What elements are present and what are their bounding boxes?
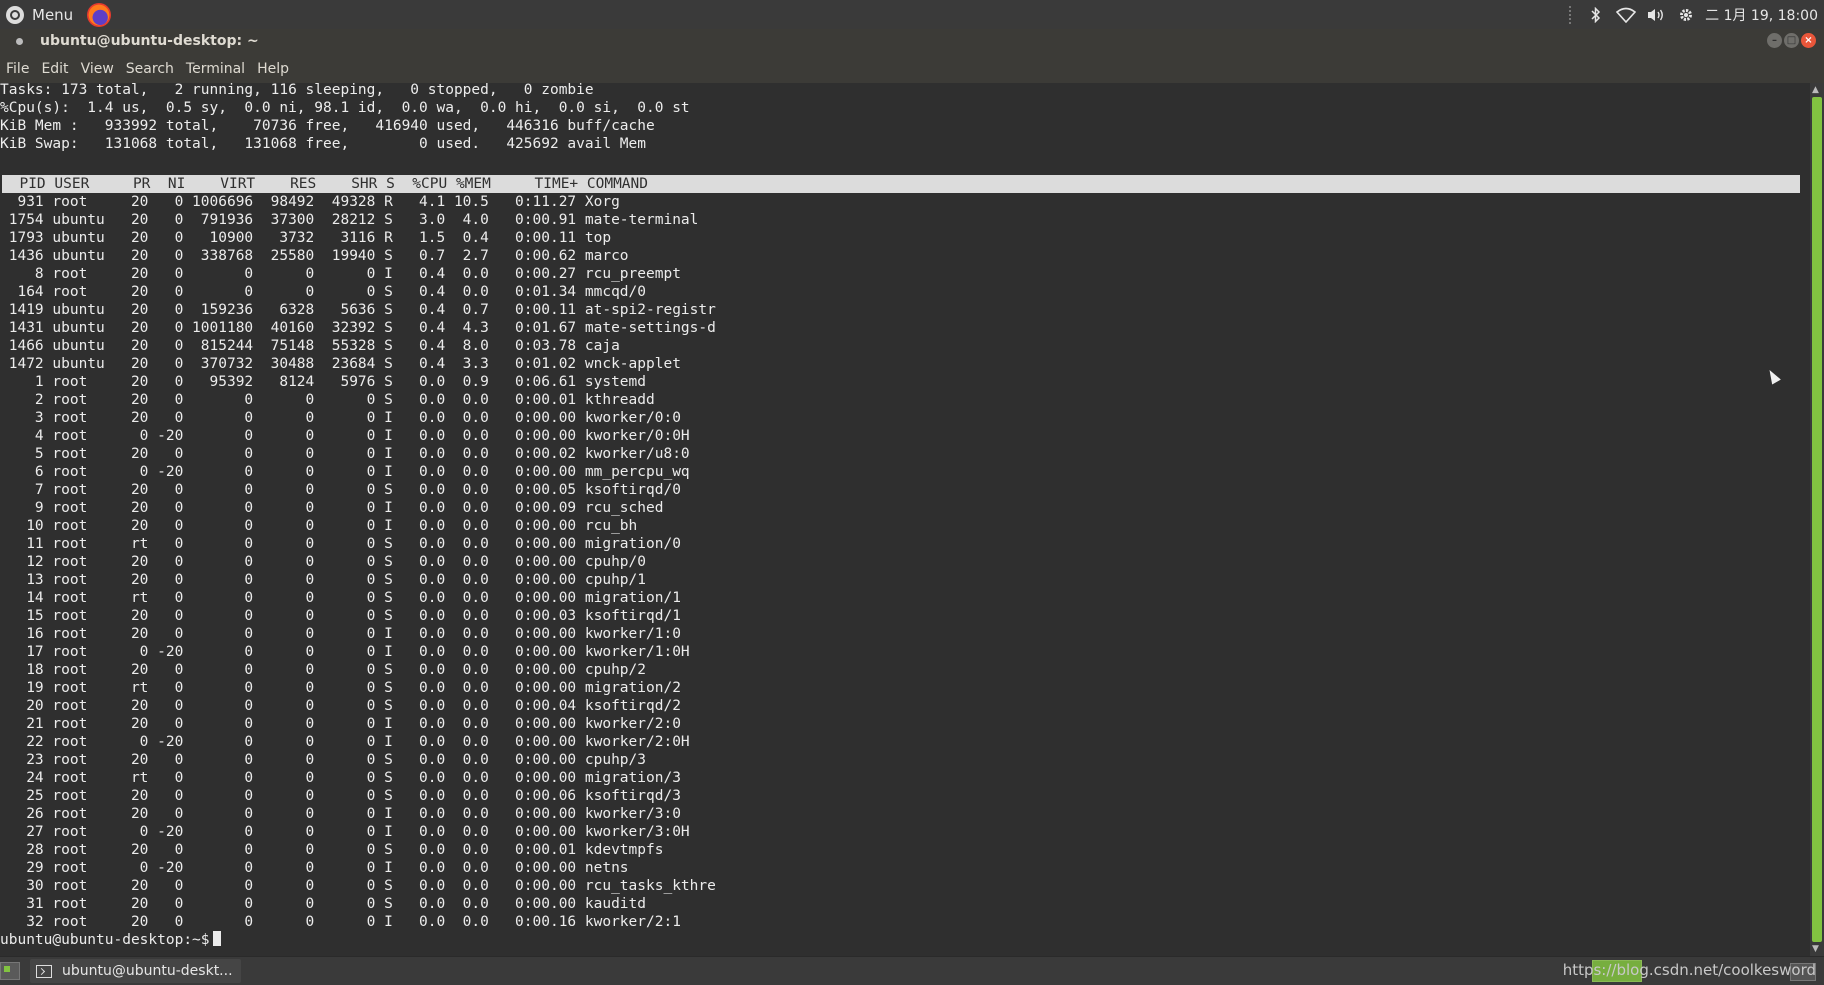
- menu-file[interactable]: File: [0, 55, 35, 83]
- scroll-up-icon[interactable]: ▲: [1812, 85, 1819, 95]
- process-row: 1793 ubuntu 20 0 10900 3732 3116 R 1.5 0…: [0, 230, 612, 246]
- menu-button[interactable]: Menu: [0, 0, 73, 29]
- shell-prompt-line[interactable]: ubuntu@ubuntu-desktop:~$: [0, 931, 221, 949]
- process-row: 30 root 20 0 0 0 0 S 0.0 0.0 0:00.00 rcu…: [0, 878, 716, 894]
- process-row: 1419 ubuntu 20 0 159236 6328 5636 S 0.4 …: [0, 302, 716, 318]
- process-row: 13 root 20 0 0 0 0 S 0.0 0.0 0:00.00 cpu…: [0, 572, 647, 588]
- scroll-down-icon[interactable]: ▼: [1812, 944, 1819, 954]
- process-row: 7 root 20 0 0 0 0 S 0.0 0.0 0:00.05 ksof…: [0, 482, 681, 498]
- taskbar-terminal-item[interactable]: ubuntu@ubuntu-deskt...: [30, 959, 241, 983]
- process-row: 164 root 20 0 0 0 0 S 0.4 0.0 0:01.34 mm…: [0, 284, 647, 300]
- process-row: 15 root 20 0 0 0 0 S 0.0 0.0 0:00.03 kso…: [0, 608, 681, 624]
- menu-bar: File Edit View Search Terminal Help: [0, 55, 1824, 83]
- process-row: 28 root 20 0 0 0 0 S 0.0 0.0 0:00.01 kde…: [0, 842, 664, 858]
- process-row: 22 root 0 -20 0 0 0 I 0.0 0.0 0:00.00 kw…: [0, 734, 690, 750]
- process-row: 1 root 20 0 95392 8124 5976 S 0.0 0.9 0:…: [0, 374, 647, 390]
- process-row: 5 root 20 0 0 0 0 I 0.0 0.0 0:00.02 kwor…: [0, 446, 690, 462]
- process-row: 12 root 20 0 0 0 0 S 0.0 0.0 0:00.00 cpu…: [0, 554, 647, 570]
- process-row: 1754 ubuntu 20 0 791936 37300 28212 S 3.…: [0, 212, 699, 228]
- summary-mem: KiB Mem : 933992 total, 70736 free, 4169…: [0, 118, 655, 134]
- process-row: 25 root 20 0 0 0 0 S 0.0 0.0 0:00.06 kso…: [0, 788, 681, 804]
- maximize-button[interactable]: □: [1784, 33, 1799, 48]
- process-row: 24 root rt 0 0 0 0 S 0.0 0.0 0:00.00 mig…: [0, 770, 681, 786]
- process-row: 21 root 20 0 0 0 0 I 0.0 0.0 0:00.00 kwo…: [0, 716, 681, 732]
- process-row: 1472 ubuntu 20 0 370732 30488 23684 S 0.…: [0, 356, 681, 372]
- summary-tasks: Tasks: 173 total, 2 running, 116 sleepin…: [0, 83, 594, 98]
- process-row: 18 root 20 0 0 0 0 S 0.0 0.0 0:00.00 cpu…: [0, 662, 647, 678]
- window-title-bar[interactable]: ubuntu@ubuntu-desktop: ~ – □ ×: [0, 29, 1824, 55]
- process-row: 931 root 20 0 1006696 98492 49328 R 4.1 …: [0, 194, 620, 210]
- clock[interactable]: 二 1月 19, 18:00: [1705, 5, 1818, 25]
- process-table-header: PID USER PR NI VIRT RES SHR S %CPU %MEM …: [2, 175, 1800, 193]
- shell-prompt: ubuntu@ubuntu-desktop:~$: [0, 932, 210, 948]
- window-controls: – □ ×: [1767, 33, 1816, 48]
- process-row: 23 root 20 0 0 0 0 S 0.0 0.0 0:00.00 cpu…: [0, 752, 647, 768]
- process-row: 3 root 20 0 0 0 0 I 0.0 0.0 0:00.00 kwor…: [0, 410, 681, 426]
- mate-logo-icon: [6, 5, 24, 24]
- process-row: 14 root rt 0 0 0 0 S 0.0 0.0 0:00.00 mig…: [0, 590, 681, 606]
- text-cursor: [212, 931, 221, 946]
- close-button[interactable]: ×: [1801, 33, 1816, 48]
- menu-terminal[interactable]: Terminal: [180, 55, 251, 83]
- menu-search[interactable]: Search: [120, 55, 180, 83]
- menu-label: Menu: [32, 5, 74, 24]
- menu-help[interactable]: Help: [251, 55, 295, 83]
- show-desktop-button[interactable]: [0, 962, 20, 980]
- process-row: 6 root 0 -20 0 0 0 I 0.0 0.0 0:00.00 mm_…: [0, 464, 690, 480]
- watermark-text: https://blog.csdn.net/coolkesword: [1562, 961, 1816, 979]
- process-row: 17 root 0 -20 0 0 0 I 0.0 0.0 0:00.00 kw…: [0, 644, 690, 660]
- summary-swap: KiB Swap: 131068 total, 131068 free, 0 u…: [0, 136, 647, 152]
- process-row: 20 root 20 0 0 0 0 S 0.0 0.0 0:00.04 kso…: [0, 698, 681, 714]
- minimize-button[interactable]: –: [1767, 33, 1782, 48]
- process-row: 26 root 20 0 0 0 0 I 0.0 0.0 0:00.00 kwo…: [0, 806, 681, 822]
- scrollbar-thumb[interactable]: [1812, 97, 1822, 942]
- menu-view[interactable]: View: [75, 55, 120, 83]
- window-menu-icon[interactable]: [16, 38, 23, 45]
- process-row: 9 root 20 0 0 0 0 I 0.0 0.0 0:00.09 rcu_…: [0, 500, 664, 516]
- process-row: 4 root 0 -20 0 0 0 I 0.0 0.0 0:00.00 kwo…: [0, 428, 690, 444]
- process-row: 2 root 20 0 0 0 0 S 0.0 0.0 0:00.01 kthr…: [0, 392, 655, 408]
- process-row: 1466 ubuntu 20 0 815244 75148 55328 S 0.…: [0, 338, 620, 354]
- top-panel: Menu 二 1月 19, 18:00: [0, 0, 1824, 30]
- process-row: 29 root 0 -20 0 0 0 I 0.0 0.0 0:00.00 ne…: [0, 860, 629, 876]
- window-title: ubuntu@ubuntu-desktop: ~: [40, 33, 259, 49]
- wifi-icon[interactable]: [1611, 0, 1641, 29]
- process-row: 1436 ubuntu 20 0 338768 25580 19940 S 0.…: [0, 248, 629, 264]
- process-row: 31 root 20 0 0 0 0 S 0.0 0.0 0:00.00 kau…: [0, 896, 647, 912]
- settings-icon[interactable]: [1671, 0, 1701, 29]
- process-row: 8 root 20 0 0 0 0 I 0.4 0.0 0:00.27 rcu_…: [0, 266, 681, 282]
- volume-icon[interactable]: [1641, 0, 1671, 29]
- process-row: 16 root 20 0 0 0 0 I 0.0 0.0 0:00.00 kwo…: [0, 626, 681, 642]
- terminal-output[interactable]: Tasks: 173 total, 2 running, 116 sleepin…: [0, 83, 1810, 956]
- bottom-panel: ubuntu@ubuntu-deskt... https://blog.csdn…: [0, 956, 1824, 985]
- process-row: 32 root 20 0 0 0 0 I 0.0 0.0 0:00.16 kwo…: [0, 914, 681, 930]
- taskbar-item-label: ubuntu@ubuntu-deskt...: [62, 963, 233, 979]
- terminal-scrollbar[interactable]: ▲ ▼: [1810, 83, 1824, 956]
- system-tray: 二 1月 19, 18:00: [1563, 0, 1818, 29]
- process-row: 1431 ubuntu 20 0 1001180 40160 32392 S 0…: [0, 320, 716, 336]
- menu-edit[interactable]: Edit: [35, 55, 74, 83]
- firefox-icon[interactable]: [87, 2, 112, 27]
- tray-separator: [1569, 5, 1575, 24]
- process-row: 11 root rt 0 0 0 0 S 0.0 0.0 0:00.00 mig…: [0, 536, 681, 552]
- terminal-icon: [36, 964, 52, 978]
- process-row: 10 root 20 0 0 0 0 I 0.0 0.0 0:00.00 rcu…: [0, 518, 638, 534]
- process-row: 27 root 0 -20 0 0 0 I 0.0 0.0 0:00.00 kw…: [0, 824, 690, 840]
- summary-cpu: %Cpu(s): 1.4 us, 0.5 sy, 0.0 ni, 98.1 id…: [0, 100, 690, 116]
- bluetooth-icon[interactable]: [1581, 0, 1611, 29]
- process-row: 19 root rt 0 0 0 0 S 0.0 0.0 0:00.00 mig…: [0, 680, 681, 696]
